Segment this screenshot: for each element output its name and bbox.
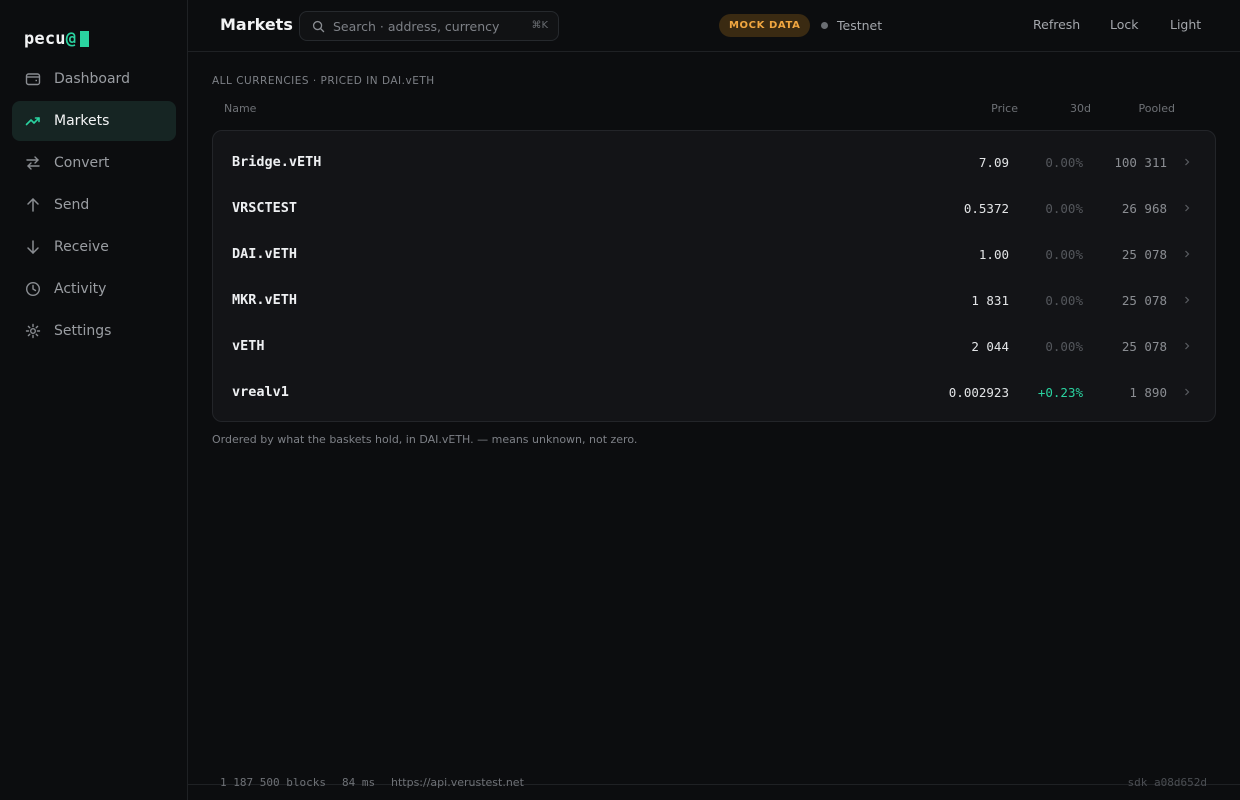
gear-icon: [25, 323, 41, 339]
sidebar-item-dashboard[interactable]: Dashboard: [12, 59, 176, 99]
table-row[interactable]: DAI.vETH 1.00 0.00% 25 078: [213, 231, 1215, 277]
currency-name: MKR.vETH: [232, 292, 298, 308]
sidebar-item-send[interactable]: Send: [12, 185, 176, 225]
swap-icon: [25, 155, 41, 171]
trending-up-icon: [25, 113, 41, 129]
section-label: ALL CURRENCIES · PRICED IN DAI.vETH: [212, 75, 435, 87]
chevron-right-icon: [1183, 155, 1193, 169]
search-input[interactable]: [333, 18, 529, 34]
currency-price: 0.5372: [963, 201, 1009, 216]
logo-cursor-block: [80, 31, 90, 47]
chevron-right-icon: [1183, 293, 1193, 307]
sidebar: pecu @ Dashboard Markets Convert Send Re…: [0, 0, 188, 800]
sidebar-item-label: Send: [54, 197, 90, 213]
currency-pooled: 25 078: [1121, 247, 1167, 262]
network-label: Testnet: [837, 18, 883, 33]
currency-name: VRSCTEST: [232, 200, 298, 216]
sidebar-item-markets[interactable]: Markets: [12, 101, 176, 141]
currency-pooled: 25 078: [1121, 293, 1167, 308]
column-header-price[interactable]: Price: [991, 102, 1018, 115]
refresh-button[interactable]: Refresh: [1033, 17, 1080, 32]
chevron-right-icon: [1183, 385, 1193, 399]
search-box[interactable]: ⌘K: [299, 11, 559, 41]
sidebar-item-label: Convert: [54, 155, 110, 171]
chevron-right-icon: [1183, 339, 1193, 353]
currency-change-30d: 0.00%: [1045, 247, 1083, 262]
block-height: 1 187 500 blocks: [220, 776, 326, 789]
currency-change-30d: 0.00%: [1045, 201, 1083, 216]
currency-change-30d: 0.00%: [1045, 155, 1083, 170]
sidebar-item-convert[interactable]: Convert: [12, 143, 176, 183]
currency-pooled: 25 078: [1121, 339, 1167, 354]
search-icon: [312, 20, 325, 32]
api-endpoint: https://api.verustest.net: [391, 776, 524, 789]
top-bar: Markets ⌘K MOCK DATA Testnet Refresh Loc…: [188, 0, 1240, 52]
sidebar-item-label: Receive: [54, 239, 109, 255]
sidebar-item-label: Dashboard: [54, 71, 130, 87]
currency-price: 1 831: [971, 293, 1009, 308]
sdk-version: sdk a08d652d: [1127, 776, 1207, 789]
arrow-down-icon: [25, 239, 41, 255]
currency-price: 2 044: [971, 339, 1009, 354]
currency-name: vrealv1: [232, 384, 289, 400]
column-header-pooled[interactable]: Pooled: [1138, 102, 1175, 115]
chevron-right-icon: [1183, 247, 1193, 261]
latency-readout: 84 ms: [342, 776, 376, 789]
currency-pooled: 100 311: [1114, 155, 1167, 170]
logo-text: pecu: [24, 29, 66, 49]
currency-price: 0.002923: [948, 385, 1009, 400]
currency-change-30d: 0.00%: [1045, 293, 1083, 308]
theme-toggle-button[interactable]: Light: [1170, 17, 1201, 32]
currency-price: 1.00: [978, 247, 1009, 262]
network-indicator[interactable]: Testnet: [821, 18, 882, 33]
currency-change-30d: 0.00%: [1045, 339, 1083, 354]
table-row[interactable]: vrealv1 0.002923 +0.23% 1 890: [213, 369, 1215, 415]
currency-change-30d: +0.23%: [1037, 385, 1083, 400]
currency-pooled: 26 968: [1121, 201, 1167, 216]
markets-table: Bridge.vETH 7.09 0.00% 100 311 VRSCTEST …: [212, 130, 1216, 422]
table-row[interactable]: Bridge.vETH 7.09 0.00% 100 311: [213, 139, 1215, 185]
sidebar-item-label: Activity: [54, 281, 107, 297]
sidebar-nav: Dashboard Markets Convert Send Receive A…: [12, 59, 176, 353]
sidebar-item-label: Markets: [54, 113, 110, 129]
currency-name: DAI.vETH: [232, 246, 298, 262]
table-row[interactable]: MKR.vETH 1 831 0.00% 25 078: [213, 277, 1215, 323]
page-title: Markets: [220, 15, 293, 34]
search-shortcut-hint: ⌘K: [531, 20, 548, 31]
app-logo[interactable]: pecu @: [24, 28, 90, 50]
arrow-up-icon: [25, 197, 41, 213]
network-status-dot: [821, 22, 828, 29]
currency-name: Bridge.vETH: [232, 154, 322, 170]
table-row[interactable]: vETH 2 044 0.00% 25 078: [213, 323, 1215, 369]
sidebar-item-receive[interactable]: Receive: [12, 227, 176, 267]
currency-price: 7.09: [978, 155, 1009, 170]
lock-button[interactable]: Lock: [1110, 17, 1139, 32]
table-footnote: Ordered by what the baskets hold, in DAI…: [212, 433, 638, 446]
column-header-30d[interactable]: 30d: [1070, 102, 1091, 115]
sidebar-item-settings[interactable]: Settings: [12, 311, 176, 351]
column-header-name[interactable]: Name: [224, 102, 256, 115]
chevron-right-icon: [1183, 201, 1193, 215]
sidebar-item-label: Settings: [54, 323, 112, 339]
table-row[interactable]: VRSCTEST 0.5372 0.00% 26 968: [213, 185, 1215, 231]
currency-name: vETH: [232, 338, 265, 354]
logo-at: @: [65, 29, 77, 49]
wallet-icon: [25, 71, 41, 87]
sidebar-item-activity[interactable]: Activity: [12, 269, 176, 309]
currency-pooled: 1 890: [1129, 385, 1167, 400]
clock-icon: [25, 281, 41, 297]
mock-data-badge: MOCK DATA: [719, 14, 811, 37]
